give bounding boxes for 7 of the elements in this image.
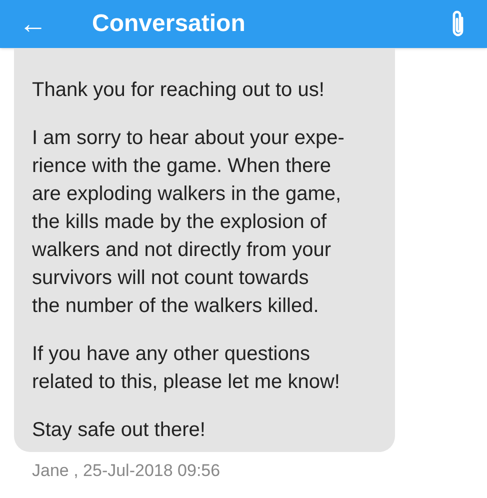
- message-meta: Jane , 25-Jul-2018 09:56: [32, 460, 222, 482]
- back-button[interactable]: ←: [18, 10, 48, 38]
- message-text: If you have any other questions related to this, please let me know!: [32, 342, 341, 395]
- message-text: Thank you for reaching out to us!: [32, 78, 326, 103]
- message-text: I am sorry to hear about your expe- rience with the game. When there are exploding walkers in the game, the kills made by the explosion of walkers and not directly from your survivors will not count towards the number of the walkers killed.: [32, 126, 346, 319]
- message-text: Stay safe out there!: [32, 418, 206, 443]
- screen-title: Conversation: [92, 9, 246, 39]
